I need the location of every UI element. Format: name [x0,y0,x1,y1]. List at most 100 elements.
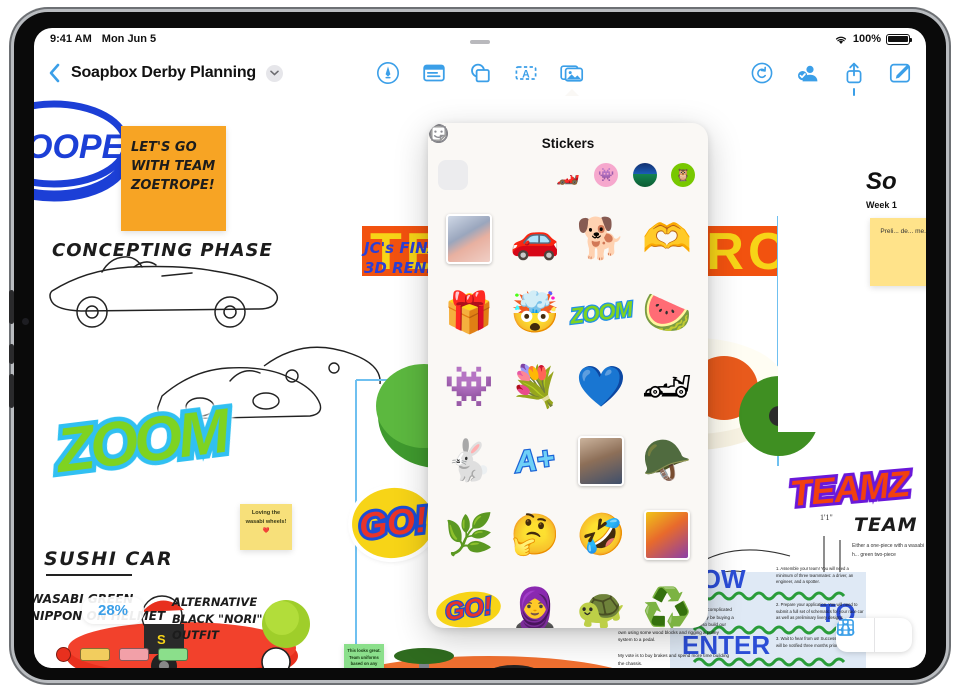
page-title: Soapbox Derby Planning [71,64,256,81]
standing-dog-glyph: 🐕 [576,217,626,261]
front-camera [22,318,29,325]
flaming-car-glyph: 🏎 [641,365,693,409]
status-date: Mon Jun 5 [101,33,157,45]
label-alt-outfit: ALTERNATIVE BLACK "NORI" OUTFIT [172,595,263,643]
grid-view-button[interactable] [837,618,912,652]
stickers-popup[interactable]: Stickers 🏎️ 👾 🦉 🚗 🐕 🫶 🎁 🤯 ZOOM 🍉 👾 💐 💙 🏎… [428,123,708,628]
action-group [750,61,912,85]
marker-pen-icon[interactable] [376,61,400,85]
power-button[interactable] [9,374,14,408]
sticky-note-yellow-small[interactable]: Loving the wasabi wheels! ❤️ [240,504,292,550]
sticker-photo-two-friends[interactable] [634,500,700,570]
share-icon[interactable] [842,61,866,85]
photo-sticker-friends [644,510,690,560]
camera-pill [470,40,490,44]
volume-up-button[interactable] [9,290,14,324]
status-time: 9:41 AM [50,33,92,45]
sticker-photo-two-people[interactable] [436,204,502,274]
chevron-down-icon[interactable] [265,64,283,82]
sticker-monster-mouth[interactable]: 👾 [436,352,502,422]
sticker-category-recents[interactable] [429,124,468,190]
sticky-note-green-text: This looks great. Team uniforms based on… [347,648,381,667]
monstera-leaf-glyph: 🌿 [444,513,494,557]
a-plus-sticker-text: A+ [512,440,557,480]
sticker-rofl-emoji[interactable]: 🤣 [568,500,634,570]
svg-text:S: S [157,632,166,647]
sticker-a-plus-sticker[interactable]: A+ [502,426,568,496]
sticker-category-emoji[interactable] [429,124,545,190]
sticker-rabbit[interactable]: 🐇 [436,426,502,496]
sticker-red-helmet[interactable]: 🪖 [634,426,700,496]
sticky-note-yellow-text: Loving the wasabi wheels! ❤️ [245,510,287,535]
blue-heart-glyph: 💙 [576,365,626,409]
zoom-word-sticker-text: ZOOM [567,295,634,330]
red-helmet-glyph: 🪖 [642,439,692,483]
sticker-standing-dog[interactable]: 🐕 [568,204,634,274]
sticker-monstera-leaf[interactable]: 🌿 [436,500,502,570]
go-word-sticker-text: GO! [434,587,504,628]
recycling-symbol-glyph: ♻️ [642,587,692,628]
red-car-glyph: 🚗 [510,217,560,261]
undo-icon[interactable] [750,61,774,85]
heading-concepting-phase: CONCEPTING PHASE [52,240,273,261]
sticker-flaming-car[interactable]: 🏎 [634,352,700,422]
sticker-category-pink-pack[interactable]: 👾 [591,160,621,190]
media-photos-icon[interactable] [560,61,584,85]
tortoise-glyph: 🐢 [576,587,626,628]
right-doc-title: So [866,168,897,195]
sticker-recycling-symbol[interactable]: ♻️ [634,574,700,628]
text-box-icon[interactable]: A [514,61,538,85]
freeform-canvas[interactable]: OOPE M [34,96,926,668]
swatch-pink[interactable] [119,648,149,661]
sticker-gift-box[interactable]: 🎁 [436,278,502,348]
swatch-red[interactable] [56,647,71,662]
sticky-note-orange[interactable]: LET'S GO WITH TEAM ZOETROPE! [121,126,226,231]
sticker-tortoise[interactable]: 🐢 [568,574,634,628]
person-check-icon[interactable] [796,61,820,85]
label-sushi-car: SUSHI CAR [44,548,174,570]
ipad-device: 9:41 AM Mon Jun 5 100% Soapbox Derby Pla… [0,0,960,692]
sticker-category-blue-pack[interactable] [630,160,660,190]
sticker-category-car-pack[interactable]: 🏎️ [553,160,583,190]
sticker-red-car[interactable]: 🚗 [502,204,568,274]
sticker-person-scarf[interactable]: 🧕 [502,574,568,628]
monster-mouth-glyph: 👾 [444,365,494,409]
back-button[interactable] [48,63,61,83]
sticker-watermelon[interactable]: 🍉 [634,278,700,348]
sticker-category-peel[interactable] [431,126,506,190]
compose-icon[interactable] [888,61,912,85]
rofl-emoji-glyph: 🤣 [576,513,626,557]
sticker-flower-bouquet[interactable]: 💐 [502,352,568,422]
person-scarf-glyph: 🧕 [510,587,560,628]
sticker-go-word-sticker[interactable]: GO! [434,574,504,628]
sticky-note-icon[interactable] [422,61,446,85]
rabbit-glyph: 🐇 [444,439,494,483]
sticky-note-orange-text: LET'S GO WITH TEAM ZOETROPE! [131,140,216,193]
right-doc-note[interactable]: Preli... de... me... [870,218,926,286]
label-team-right: TEAM [854,514,918,536]
mind-blown-memoji-glyph: 🤯 [510,291,560,335]
underline-sushi-car [46,574,132,576]
zoom-level-indicator[interactable]: 28% [82,597,145,624]
svg-text:OOPE: OOPE [34,128,126,166]
sticker-thinking-memoji[interactable]: 🤔 [502,500,568,570]
tool-group: A [376,61,584,85]
sticky-note-green-small[interactable]: This looks great. Team uniforms based on… [344,644,384,668]
photo-sticker-two-people [446,214,492,264]
sticker-grid: 🚗 🐕 🫶 🎁 🤯 ZOOM 🍉 👾 💐 💙 🏎 🐇 A+ 🪖 🌿 🤔 🤣 GO! 🧕 🐢 ♻️ [428,198,708,628]
sticker-heart-hands[interactable]: 🫶 [634,204,700,274]
heart-hands-glyph: 🫶 [642,217,692,261]
sticker-mind-blown-memoji[interactable]: 🤯 [502,278,568,348]
sticker-category-green-owl-pack[interactable]: 🦉 [668,160,698,190]
sticker-photo-child[interactable] [568,426,634,496]
swatch-yellow[interactable] [80,648,110,661]
volume-down-button[interactable] [9,344,14,364]
swatch-green[interactable] [158,648,188,661]
svg-text:A: A [522,68,530,80]
sticker-category-tabs: 🏎️ 👾 🦉 [428,124,708,198]
sticker-blue-heart[interactable]: 💙 [568,352,634,422]
shapes-icon[interactable] [468,61,492,85]
document-toolbar: Soapbox Derby Planning A [34,50,926,96]
right-doc-subtitle: Week 1 [866,200,897,210]
sticker-zoom-word-sticker[interactable]: ZOOM [567,278,634,348]
